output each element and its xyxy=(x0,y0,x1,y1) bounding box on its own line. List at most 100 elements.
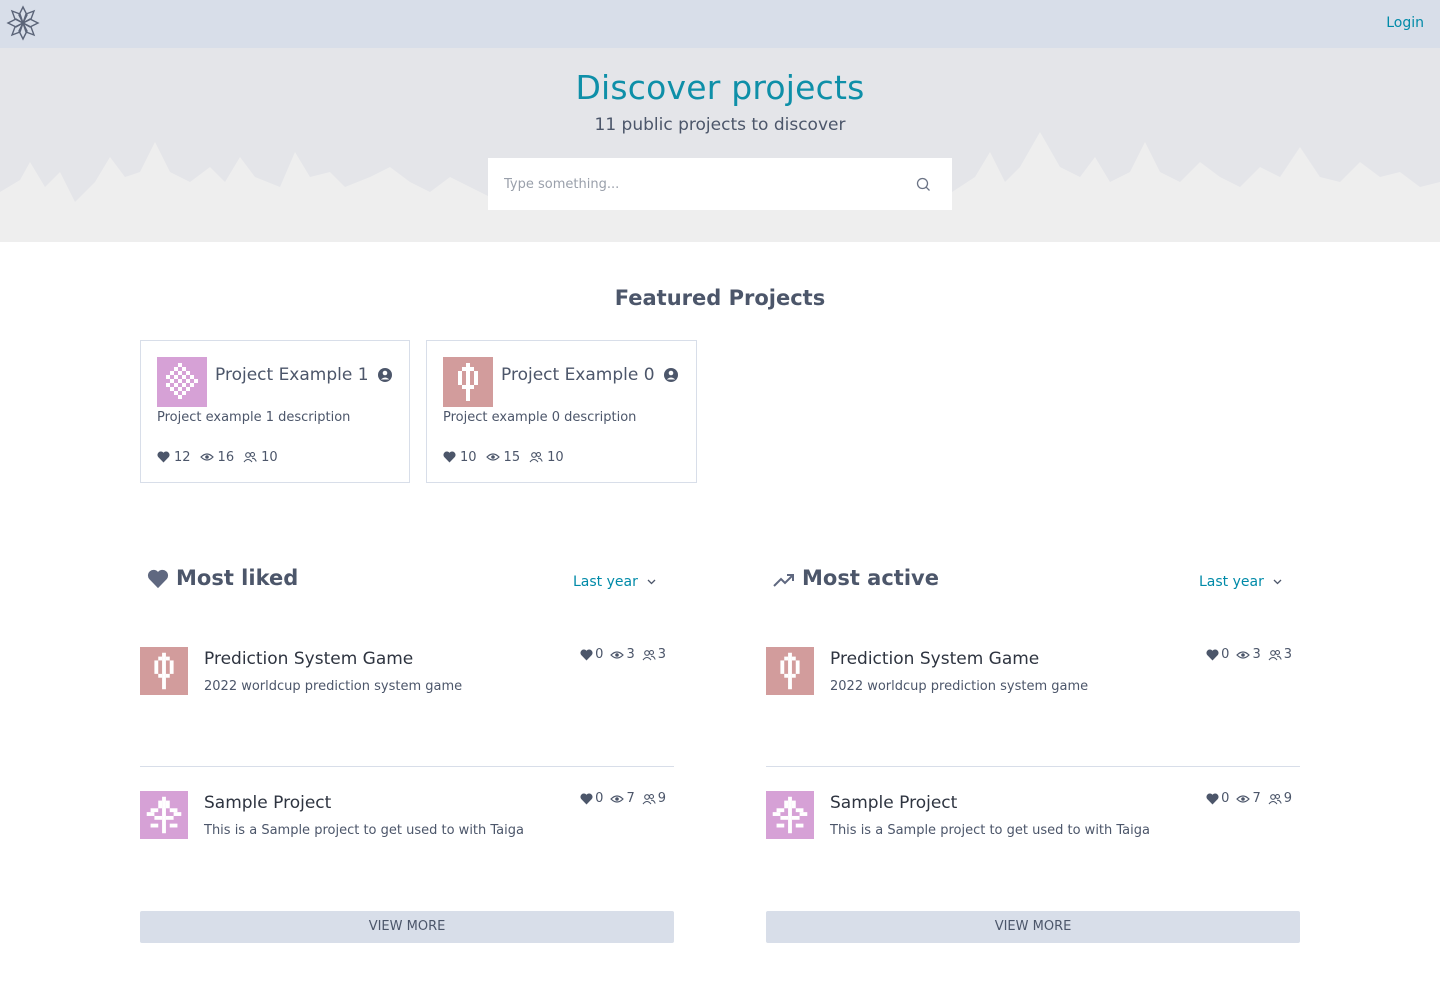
eye-icon xyxy=(610,794,625,803)
eye-icon xyxy=(1236,650,1251,659)
members-count: 9 xyxy=(1283,791,1292,806)
login-link[interactable]: Login xyxy=(1386,15,1424,31)
watchers-stat: 3 xyxy=(610,647,635,662)
most-liked-title: Most liked xyxy=(176,566,299,590)
likes-stat: 0 xyxy=(580,647,603,662)
project-thumbnail[interactable] xyxy=(766,647,814,695)
heart-icon xyxy=(1206,649,1219,660)
watchers-count: 16 xyxy=(217,449,235,465)
likes-stat: 0 xyxy=(580,791,603,806)
project-name[interactable]: Prediction System Game xyxy=(204,649,413,669)
page-subtitle: 11 public projects to discover xyxy=(594,115,846,135)
members-count: 10 xyxy=(261,449,278,465)
likes-count: 0 xyxy=(595,647,604,662)
likes-stat: 12 xyxy=(157,450,191,465)
likes-stat: 10 xyxy=(443,450,477,465)
likes-stat: 0 xyxy=(1206,791,1229,806)
logo-icon[interactable] xyxy=(6,5,40,41)
members-stat: 3 xyxy=(642,647,666,662)
likes-stat: 0 xyxy=(1206,647,1229,662)
most-active-header: Most active xyxy=(766,566,1066,596)
heart-icon xyxy=(580,649,593,660)
watchers-stat: 16 xyxy=(199,449,235,465)
featured-project-card[interactable]: Project Example 1 Project example 1 desc… xyxy=(140,340,410,483)
heart-icon xyxy=(1206,793,1219,804)
watchers-count: 15 xyxy=(503,449,521,465)
page-title: Discover projects xyxy=(575,68,865,107)
divider xyxy=(766,766,1300,767)
watchers-count: 3 xyxy=(1252,647,1261,662)
period-label: Last year xyxy=(573,574,638,590)
project-stats: 0 7 9 xyxy=(1199,791,1292,806)
watchers-stat: 7 xyxy=(610,791,635,806)
eye-icon xyxy=(1236,794,1251,803)
project-name[interactable]: Project Example 0 xyxy=(501,365,655,385)
project-stats: 12 16 10 xyxy=(157,449,287,465)
chevron-down-icon xyxy=(1273,579,1282,585)
members-count: 10 xyxy=(547,449,564,465)
watchers-count: 7 xyxy=(1252,791,1261,806)
divider xyxy=(140,766,674,767)
project-name[interactable]: Prediction System Game xyxy=(830,649,1039,669)
likes-count: 0 xyxy=(1221,791,1230,806)
members-stat: 10 xyxy=(529,450,564,465)
project-thumbnail[interactable] xyxy=(140,791,188,839)
list-item[interactable]: Sample Project This is a Sample project … xyxy=(766,791,1300,891)
members-icon xyxy=(642,649,656,660)
project-description: This is a Sample project to get used to … xyxy=(204,823,524,838)
project-name[interactable]: Project Example 1 xyxy=(215,365,369,385)
likes-count: 0 xyxy=(595,791,604,806)
search-input[interactable] xyxy=(488,158,908,210)
heart-icon xyxy=(443,451,456,463)
featured-project-card[interactable]: Project Example 0 Project example 0 desc… xyxy=(426,340,697,483)
project-thumbnail[interactable] xyxy=(766,791,814,839)
view-more-button[interactable]: VIEW MORE xyxy=(140,911,674,943)
eye-icon xyxy=(199,453,214,461)
project-description: This is a Sample project to get used to … xyxy=(830,823,1150,838)
list-item[interactable]: Prediction System Game 2022 worldcup pre… xyxy=(766,647,1300,747)
list-item[interactable]: Sample Project This is a Sample project … xyxy=(140,791,674,891)
members-count: 3 xyxy=(1283,647,1292,662)
project-name[interactable]: Sample Project xyxy=(830,793,957,813)
members-stat: 9 xyxy=(642,791,666,806)
members-stat: 10 xyxy=(243,450,278,465)
project-stats: 0 3 3 xyxy=(573,647,666,662)
project-stats: 0 3 3 xyxy=(1199,647,1292,662)
hero-banner: Discover projects 11 public projects to … xyxy=(0,48,1440,242)
period-label: Last year xyxy=(1199,574,1264,590)
chevron-down-icon xyxy=(647,579,656,585)
most-active-title: Most active xyxy=(802,566,939,590)
project-name[interactable]: Sample Project xyxy=(204,793,331,813)
project-thumbnail[interactable] xyxy=(443,357,493,407)
eye-icon xyxy=(610,650,625,659)
most-liked-header: Most liked xyxy=(140,566,440,596)
featured-title: Featured Projects xyxy=(614,286,826,310)
watchers-count: 7 xyxy=(626,791,635,806)
lock-icon xyxy=(378,368,392,382)
eye-icon xyxy=(485,453,500,461)
project-description: Project example 1 description xyxy=(157,410,351,425)
members-icon xyxy=(529,451,543,463)
members-icon xyxy=(642,793,656,804)
members-count: 3 xyxy=(657,647,666,662)
project-description: 2022 worldcup prediction system game xyxy=(204,679,463,694)
likes-count: 0 xyxy=(1221,647,1230,662)
most-liked-period-select[interactable]: Last year xyxy=(573,574,656,590)
project-thumbnail[interactable] xyxy=(140,647,188,695)
project-thumbnail[interactable] xyxy=(157,357,207,407)
heart-icon xyxy=(157,451,170,463)
view-more-button[interactable]: VIEW MORE xyxy=(766,911,1300,943)
list-item[interactable]: Prediction System Game 2022 worldcup pre… xyxy=(140,647,674,747)
search-icon[interactable] xyxy=(916,177,931,192)
watchers-stat: 7 xyxy=(1236,791,1261,806)
members-count: 9 xyxy=(657,791,666,806)
most-active-period-select[interactable]: Last year xyxy=(1199,574,1282,590)
watchers-stat: 15 xyxy=(485,449,521,465)
heart-icon xyxy=(147,569,169,589)
top-navbar: Login xyxy=(0,0,1440,48)
project-stats: 10 15 10 xyxy=(443,449,573,465)
members-stat: 9 xyxy=(1268,791,1292,806)
members-stat: 3 xyxy=(1268,647,1292,662)
members-icon xyxy=(1268,649,1282,660)
lock-icon xyxy=(664,368,678,382)
